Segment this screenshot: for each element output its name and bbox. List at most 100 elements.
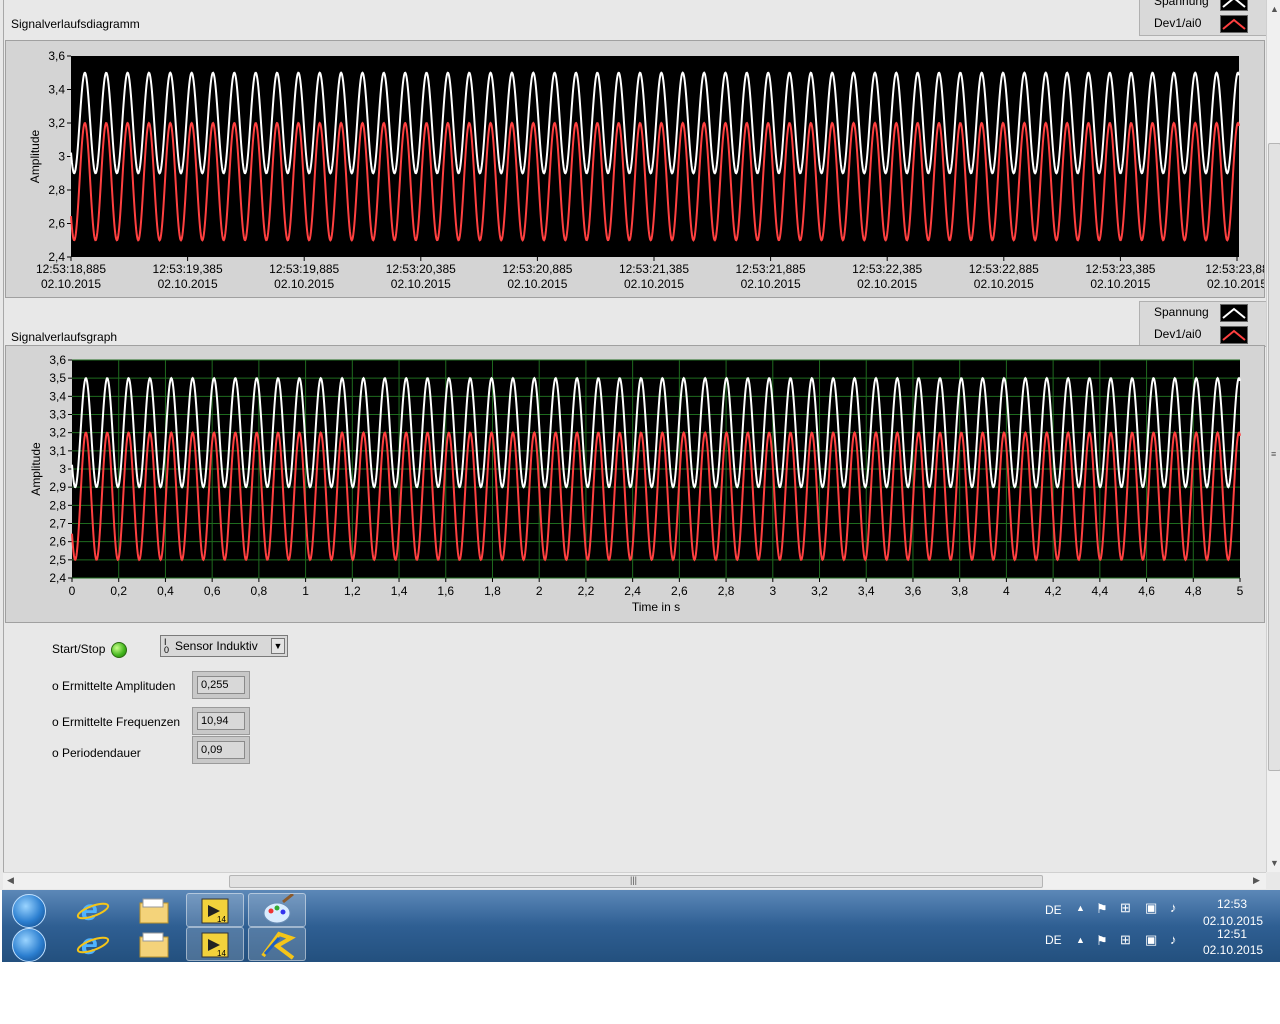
start-stop-label: Start/Stop [52, 642, 106, 656]
x-tick-label: 4 [1003, 584, 1010, 598]
y-tick-label: 3,6 [48, 49, 65, 63]
chevron-down-icon[interactable]: ▼ [271, 638, 285, 654]
windows-taskbar: e 14 DE ▲ ⚑ ⊞ ▣ ♪ 12:53 02.10.2015 e 14 [2, 890, 1280, 962]
horizontal-scroll-thumb[interactable]: ||| [229, 875, 1043, 888]
y-tick-label: 3,3 [49, 408, 66, 422]
plot-legend-bottom[interactable]: Spannung Dev1/ai0 [1139, 301, 1280, 347]
scroll-up-arrow-icon[interactable]: ▲ [1270, 4, 1279, 14]
y-tick-label: 3 [58, 150, 65, 164]
legend-swatch-white [1220, 0, 1248, 11]
chevron-up-icon[interactable]: ▲ [1076, 935, 1085, 945]
period-value: 0,09 [197, 741, 245, 759]
sensor-select[interactable]: I0 Sensor Induktiv ▼ [160, 635, 288, 657]
chevron-up-icon[interactable]: ▲ [1076, 903, 1085, 913]
x-tick-label: 0,4 [157, 584, 174, 598]
x-tick-label: 1,8 [484, 584, 501, 598]
y-tick-label: 3,6 [49, 353, 66, 367]
y-tick-label: 2,4 [49, 571, 66, 585]
x-tick-label: 02.10.2015 [857, 277, 917, 291]
scroll-right-arrow-icon[interactable]: ▶ [1253, 875, 1260, 886]
labview-icon[interactable]: 14 [186, 893, 244, 927]
y-tick-label: 3,2 [48, 116, 65, 130]
windows-flag-icon[interactable]: ⊞ [1120, 932, 1131, 948]
waveform-graph[interactable]: 3,6 3,5 3,4 3,3 3,2 3,1 3 2,9 2,8 2,7 2,6 2,5 2,4 0 0,… [5, 345, 1265, 623]
x-tick-label: 12:53:23,385 [1085, 262, 1155, 276]
x-tick-label: 0,6 [204, 584, 221, 598]
x-tick-label: 02.10.2015 [274, 277, 334, 291]
waveform-graph-svg: 3,63,53,43,33,23,132,92,82,72,62,52,40 0,… [29, 353, 1244, 614]
legend-swatch-white [1220, 304, 1248, 322]
x-tick-label: 12:53:22,885 [969, 262, 1039, 276]
x-tick-label: 12:53:19,385 [153, 262, 223, 276]
x-tick-label: 3,6 [905, 584, 922, 598]
scroll-left-arrow-icon[interactable]: ◀ [7, 875, 14, 886]
clock-time[interactable]: 12:53 [1217, 897, 1247, 911]
language-indicator[interactable]: DE [1045, 933, 1062, 947]
legend-item[interactable]: Dev1/ai0 [1140, 13, 1280, 35]
x-tick-label: 12:53:19,885 [269, 262, 339, 276]
scroll-down-arrow-icon[interactable]: ▼ [1270, 858, 1279, 868]
y-axis-label: Amplitude [29, 442, 43, 496]
amplitude-label: o Ermittelte Amplituden [52, 679, 176, 693]
explorer-folder-icon[interactable] [124, 893, 182, 927]
chart-title: Signalverlaufsgraph [11, 330, 118, 344]
legend-item[interactable]: Spannung [1140, 302, 1280, 324]
legend-label: Dev1/ai0 [1154, 327, 1202, 341]
start-button[interactable] [12, 894, 46, 928]
internet-explorer-icon[interactable]: e [64, 893, 122, 927]
clock-time[interactable]: 12:51 [1217, 927, 1247, 941]
waveform-chart[interactable]: 3,6 3,4 3,2 3 2,8 2,6 2,4 12:53:18,885 02.10.201… [5, 40, 1265, 298]
clock-date[interactable]: 02.10.2015 [1203, 943, 1263, 957]
explorer-folder-icon[interactable] [124, 927, 182, 961]
language-indicator[interactable]: DE [1045, 903, 1062, 917]
vertical-scroll-thumb[interactable]: ≡ [1268, 143, 1280, 771]
period-label: o Periodendauer [52, 746, 141, 760]
network-icon[interactable]: ▣ [1145, 900, 1157, 916]
x-tick-label: 3 [769, 584, 776, 598]
x-tick-label: 02.10.2015 [391, 277, 451, 291]
legend-label: Spannung [1154, 0, 1209, 8]
controls-panel: Start/Stop I0 Sensor Induktiv ▼ o Ermitt… [0, 622, 1266, 872]
y-tick-label: 2,5 [49, 553, 66, 567]
volume-icon[interactable]: ♪ [1170, 932, 1177, 947]
volume-icon[interactable]: ♪ [1170, 900, 1177, 915]
x-tick-label: 12:53:21,885 [736, 262, 806, 276]
horizontal-scrollbar[interactable]: ◀ ||| ▶ [3, 872, 1266, 889]
x-tick-label: 12:53:23,88 [1205, 262, 1264, 276]
x-tick-label: 12:53:22,385 [852, 262, 922, 276]
start-stop-button[interactable] [111, 642, 127, 658]
start-button[interactable] [12, 928, 46, 962]
x-tick-label: 0 [69, 584, 76, 598]
svg-text:14: 14 [217, 915, 226, 924]
flag-icon[interactable]: ⚑ [1096, 901, 1108, 917]
x-tick-label: 02.10.2015 [624, 277, 684, 291]
paint-icon[interactable] [248, 892, 306, 927]
labview-icon[interactable]: 14 [186, 927, 244, 961]
app-icon[interactable] [248, 927, 306, 961]
legend-swatch-red [1220, 15, 1248, 33]
chart-title: Signalverlaufsdiagramm [11, 17, 140, 31]
amplitude-value: 0,255 [197, 676, 245, 694]
x-tick-label: 02.10.2015 [741, 277, 801, 291]
plot-legend-top[interactable]: Spannung Dev1/ai0 [1139, 0, 1280, 36]
network-icon[interactable]: ▣ [1145, 932, 1157, 948]
x-tick-label: 3,8 [951, 584, 968, 598]
legend-item[interactable]: Dev1/ai0 [1140, 324, 1280, 346]
x-tick-label: 02.10.2015 [1207, 277, 1264, 291]
x-tick-label: 02.10.2015 [158, 277, 218, 291]
x-axis-label: Time in s [632, 600, 680, 614]
windows-flag-icon[interactable]: ⊞ [1120, 900, 1131, 916]
taskbar-row: e 14 DE ▲ ⚑ ⊞ ▣ ♪ 12:53 02.10.2015 [2, 892, 1280, 928]
x-tick-label: 02.10.2015 [41, 277, 101, 291]
x-tick-label: 1,4 [391, 584, 408, 598]
frequency-indicator: 10,94 [192, 707, 250, 735]
y-tick-label: 3 [59, 462, 66, 476]
internet-explorer-icon[interactable]: e [64, 927, 122, 961]
x-tick-label: 1 [302, 584, 309, 598]
frequency-value: 10,94 [197, 712, 245, 730]
vertical-scrollbar[interactable]: ▲ ≡ ▼ [1266, 0, 1280, 872]
x-tick-label: 02.10.2015 [507, 277, 567, 291]
legend-item[interactable]: Spannung [1140, 0, 1280, 13]
flag-icon[interactable]: ⚑ [1096, 933, 1108, 949]
x-tick-label: 2,4 [624, 584, 641, 598]
